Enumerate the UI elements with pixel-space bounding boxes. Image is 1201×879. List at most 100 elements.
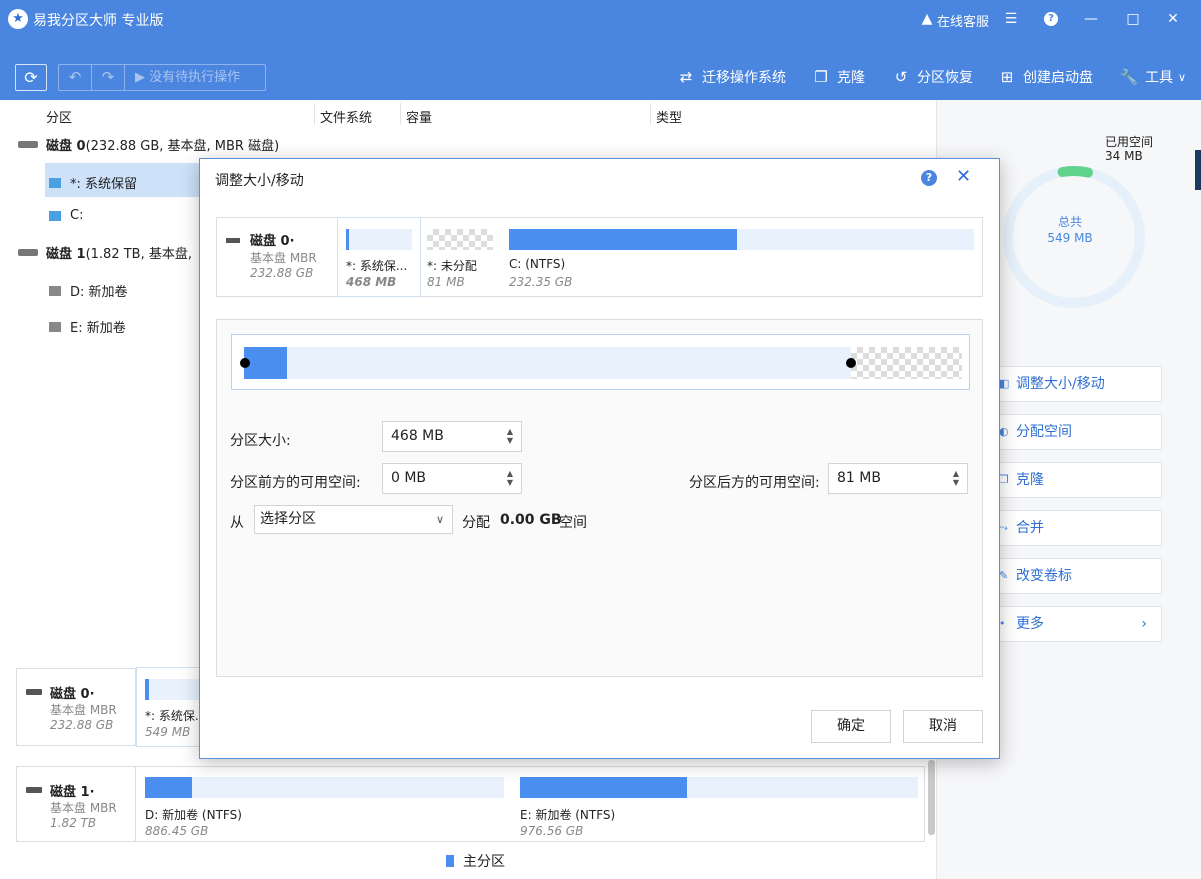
partition-bar	[145, 679, 203, 700]
action-label: 调整大小/移动	[1016, 376, 1105, 392]
redo-button[interactable]: ↷	[92, 65, 125, 90]
col-capacity[interactable]: 容量	[406, 107, 432, 126]
disk-1-name: 磁盘 1	[46, 247, 86, 262]
legend-label: 主分区	[463, 854, 505, 870]
action-merge[interactable]: ⤳ 合并	[989, 510, 1162, 546]
disk-size: 232.88 GB	[250, 266, 314, 280]
resizer-partition-fill[interactable]	[244, 347, 287, 379]
disk-1-map[interactable]: 磁盘 1· 基本盘 MBR 1.82 TB	[16, 766, 136, 842]
action-label: 改变卷标	[1016, 568, 1072, 584]
stepper-arrows-icon[interactable]: ▲ ▼	[953, 469, 959, 487]
close-window-icon[interactable]: ✕	[1163, 9, 1183, 29]
disk-0-map[interactable]: 磁盘 0· 基本盘 MBR 232.88 GB	[16, 668, 136, 746]
space-before-stepper[interactable]: 0 MB ▲ ▼	[382, 463, 522, 494]
clone-icon: ❐	[814, 68, 828, 86]
migrate-os-button[interactable]: ⇄ 迁移操作系统	[676, 67, 786, 87]
partition-row-c[interactable]: C:	[49, 208, 83, 223]
apply-pending-button[interactable]: ▶ 没有待执行操作	[125, 65, 240, 90]
maximize-icon[interactable]: □	[1123, 9, 1143, 29]
disk-1-row[interactable]: 磁盘 1 (1.82 TB, 基本盘,	[18, 243, 192, 262]
redo-icon: ↷	[101, 68, 115, 86]
minimize-icon[interactable]: —	[1081, 9, 1101, 29]
space-before-value: 0 MB	[391, 470, 427, 486]
disk-icon	[26, 787, 42, 793]
migrate-label: 迁移操作系统	[702, 70, 786, 86]
create-bootable-button[interactable]: ⊞ 创建启动盘	[997, 67, 1093, 87]
disk-0-partition-sysres[interactable]: *: 系统保. 549 MB	[136, 667, 203, 747]
partition-bar-unallocated[interactable]	[427, 229, 493, 250]
partition-label: *: 系统保...	[346, 259, 408, 273]
source-partition-select[interactable]: 选择分区 ∨	[254, 505, 453, 534]
col-filesystem[interactable]: 文件系统	[320, 107, 372, 126]
stepper-arrows-icon[interactable]: ▲ ▼	[507, 427, 513, 445]
space-label: 空间	[559, 515, 587, 531]
partition-size-stepper[interactable]: 468 MB ▲ ▼	[382, 421, 522, 452]
partition-icon	[49, 285, 61, 296]
from-label: 从	[230, 515, 244, 531]
undo-button[interactable]: ↶	[59, 65, 92, 90]
partition-bar-c[interactable]	[509, 229, 974, 250]
partition-bar-e[interactable]	[520, 777, 918, 798]
main-toolbar: ⟳ ↶ ↷ ▶ 没有待执行操作 ⇄ 迁移操作系统 ❐ 克隆 ↺ 分区恢复 ⊞ 创建启动盘…	[0, 38, 1201, 100]
clone-button[interactable]: ❐ 克隆	[811, 67, 865, 87]
dialog-title: 调整大小/移动	[215, 173, 304, 189]
menu-icon[interactable]: ☰	[1001, 9, 1021, 29]
partition-row-d[interactable]: D: 新加卷	[49, 281, 128, 300]
space-after-stepper[interactable]: 81 MB ▲ ▼	[828, 463, 968, 494]
action-label: 分配空间	[1016, 424, 1072, 440]
scrollbar[interactable]	[928, 760, 935, 835]
window-edge	[1195, 150, 1201, 190]
partition-row-e[interactable]: E: 新加卷	[49, 317, 126, 336]
support-icon[interactable]: ▲	[920, 9, 934, 29]
resizer-unallocated	[851, 347, 962, 379]
action-more[interactable]: • 更多 ›	[989, 606, 1162, 642]
partition-bar	[346, 229, 412, 250]
dialog-disk-map: 磁盘 0· 基本盘 MBR 232.88 GB *: 系统保... 468 MB…	[216, 217, 983, 297]
tools-menu-button[interactable]: 🔧 工具 ∨	[1119, 67, 1186, 87]
partition-recovery-button[interactable]: ↺ 分区恢复	[891, 67, 973, 87]
partition-bar-fill	[509, 229, 737, 250]
allocate-icon: ◐	[999, 425, 1009, 438]
total-space-label: 总共 549 MB	[1040, 214, 1100, 246]
partition-resizer[interactable]	[231, 334, 970, 390]
legend-swatch	[446, 855, 454, 867]
space-after-label: 分区后方的可用空间:	[689, 475, 820, 491]
title-bar: ★ 易我分区大师 专业版 ▲ 在线客服 ☰ ? — □ ✕	[0, 0, 1201, 38]
action-clone[interactable]: ❐ 克隆	[989, 462, 1162, 498]
close-icon[interactable]: ✕	[956, 166, 971, 187]
partition-label: C:	[70, 208, 84, 223]
partition-row-system-reserved[interactable]: *: 系统保留	[49, 173, 137, 192]
play-icon: ▶	[135, 70, 150, 85]
help-icon[interactable]: ?	[1044, 12, 1058, 26]
col-partition[interactable]: 分区	[46, 107, 72, 126]
partition-sysres-selected[interactable]: *: 系统保... 468 MB	[337, 217, 421, 297]
partition-label: E: 新加卷	[70, 321, 126, 336]
right-resize-handle[interactable]	[846, 358, 856, 368]
disk-1-partitions: D: 新加卷 (NTFS) 886.45 GB E: 新加卷 (NTFS) 97…	[136, 766, 925, 842]
partition-label: D: 新加卷 (NTFS)	[145, 808, 242, 822]
cancel-button[interactable]: 取消	[903, 710, 983, 743]
action-change-label[interactable]: ✎ 改变卷标	[989, 558, 1162, 594]
chevron-down-icon: ∨	[1178, 70, 1187, 84]
refresh-button[interactable]: ⟳	[15, 64, 47, 91]
partition-bar-d[interactable]	[145, 777, 504, 798]
source-partition-value: 选择分区	[260, 511, 316, 527]
ok-button[interactable]: 确定	[811, 710, 891, 743]
partition-icon	[49, 210, 61, 221]
legend: 主分区	[446, 851, 505, 871]
wrench-icon: 🔧	[1119, 68, 1139, 86]
col-type[interactable]: 类型	[656, 107, 682, 126]
partition-bar-fill	[145, 777, 192, 798]
partition-label: *: 系统保.	[145, 709, 199, 723]
left-resize-handle[interactable]	[240, 358, 250, 368]
action-resize-move[interactable]: ◧ 调整大小/移动	[989, 366, 1162, 402]
disk-type: 基本盘 MBR	[50, 703, 117, 717]
action-label: 克隆	[1016, 472, 1044, 488]
stepper-arrows-icon[interactable]: ▲ ▼	[507, 469, 513, 487]
disk-0-row[interactable]: 磁盘 0 (232.88 GB, 基本盘, MBR 磁盘)	[18, 135, 279, 154]
help-icon[interactable]: ?	[921, 170, 937, 186]
support-link[interactable]: 在线客服	[937, 11, 989, 30]
action-allocate-space[interactable]: ◐ 分配空间	[989, 414, 1162, 450]
partition-label: E: 新加卷 (NTFS)	[520, 808, 616, 822]
partition-size: 468 MB	[346, 275, 397, 289]
